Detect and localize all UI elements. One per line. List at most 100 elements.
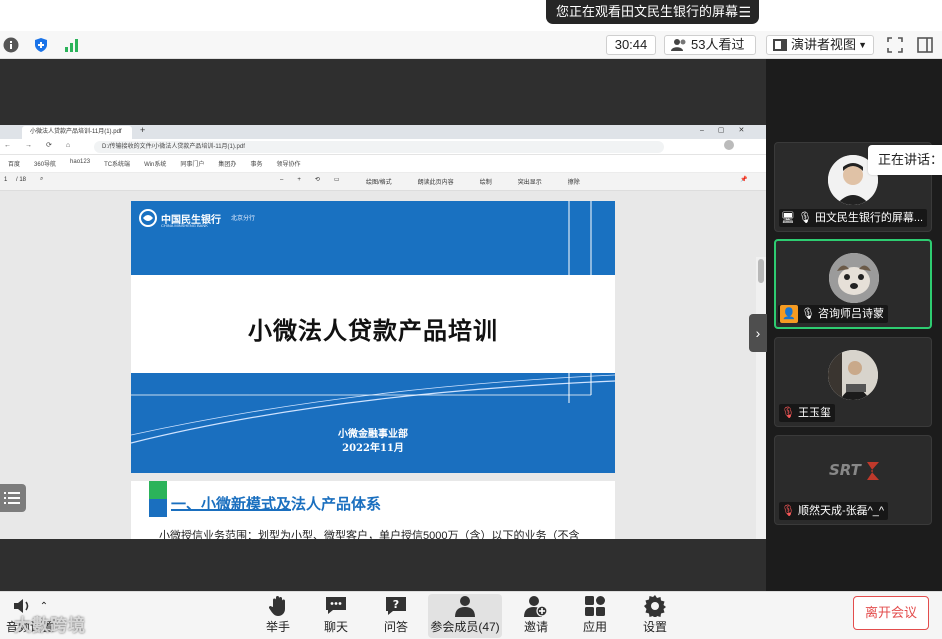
bank-logo-icon bbox=[139, 209, 157, 227]
slide-title-band: 小微法人贷款产品培训 bbox=[131, 275, 615, 373]
pdf-tool[interactable]: 擦除 bbox=[568, 177, 580, 186]
pdf-slide-2: 一、小微新模式及法人产品体系 小微授信业务范围：划型为小型、微型客户，单户授信5… bbox=[131, 481, 615, 539]
list-icon bbox=[4, 492, 20, 504]
nav-arrows-icon[interactable]: ←→⟳⌂ bbox=[4, 141, 84, 149]
svg-text:?: ? bbox=[393, 598, 399, 611]
zoom-controls-icon[interactable]: –+⟲▭ bbox=[280, 176, 354, 183]
apps-label: 应用 bbox=[582, 620, 607, 634]
raise-hand-label: 举手 bbox=[265, 620, 290, 634]
invite-label: 邀请 bbox=[523, 620, 548, 634]
pdf-viewport: 中国民生银行 CHINA MINSHENG BANK 北京分行 小微法人贷款产品… bbox=[0, 191, 766, 539]
bookmark-item[interactable]: 领导协作 bbox=[276, 159, 300, 168]
participant-name: 顺然天成-张磊^_^ bbox=[797, 505, 885, 517]
qa-label: 问答 bbox=[383, 620, 408, 634]
profile-avatar[interactable] bbox=[724, 140, 734, 150]
pdf-scrollbar[interactable] bbox=[756, 257, 766, 539]
avatar bbox=[829, 253, 879, 303]
bookmark-item[interactable]: 集团办 bbox=[218, 159, 236, 168]
pdf-tool[interactable]: 绘图/格式 bbox=[366, 177, 392, 186]
browser-tab[interactable]: 小微法人贷款产品培训-11月(1).pdf bbox=[22, 126, 132, 139]
slide-header-band: 中国民生银行 CHINA MINSHENG BANK 北京分行 bbox=[131, 201, 615, 275]
screen-share-notice[interactable]: 您正在观看田文民生银行的屏幕 ☰ bbox=[546, 0, 759, 24]
bank-name-en: CHINA MINSHENG BANK bbox=[161, 223, 208, 228]
gear-icon bbox=[644, 594, 666, 618]
security-shield-icon[interactable] bbox=[32, 36, 50, 54]
bookmark-item[interactable]: hao123 bbox=[70, 159, 90, 168]
chevron-up-icon[interactable]: ⌃ bbox=[40, 601, 48, 612]
bookmark-item[interactable]: 百度 bbox=[8, 159, 20, 168]
screen-share-icon: 🖥 bbox=[781, 212, 795, 224]
raise-hand-button[interactable]: 举手 bbox=[258, 594, 298, 638]
participant-logo: SRT bbox=[827, 460, 883, 482]
speaker-view-icon bbox=[773, 39, 787, 51]
bank-branch: 北京分行 bbox=[231, 216, 256, 222]
pdf-tool[interactable]: 绘制 bbox=[480, 177, 492, 186]
meeting-window: 您正在观看田文民生银行的屏幕 ☰ 30:44 53人看过 演讲者视图 ▼ 小微法… bbox=[0, 0, 942, 639]
apps-button[interactable]: 应用 bbox=[575, 594, 615, 638]
settings-button[interactable]: 设置 bbox=[635, 594, 675, 638]
shared-screen-content: 小微法人贷款产品培训-11月(1).pdf + –▢✕ ←→⟳⌂ D:/传输接收… bbox=[0, 125, 766, 539]
screen-share-text: 您正在观看田文民生银行的屏幕 bbox=[556, 4, 739, 19]
chat-icon bbox=[325, 594, 347, 618]
add-user-icon bbox=[524, 594, 548, 618]
pin-icon[interactable]: 📌 bbox=[740, 176, 747, 183]
participant-name: 王玉玺 bbox=[797, 407, 831, 419]
slide2-marker-blue bbox=[149, 499, 167, 517]
pdf-tools: 绘图/格式 朗读此页内容 绘制 突出显示 擦除 bbox=[366, 177, 580, 186]
browser-address-bar: ←→⟳⌂ D:/传输接收的文件/小微法人贷款产品培训-11月(1).pdf bbox=[0, 139, 766, 155]
chevron-down-icon: ▼ bbox=[858, 40, 867, 50]
hamburger-icon[interactable]: ☰ bbox=[738, 0, 751, 24]
signal-strength-icon[interactable] bbox=[63, 36, 81, 54]
bookmark-item[interactable]: TC系统端 bbox=[104, 159, 130, 168]
participants-label: 参会成员(47) bbox=[430, 620, 500, 634]
invite-button[interactable]: 邀请 bbox=[516, 594, 556, 638]
participants-button[interactable]: 参会成员(47) bbox=[428, 594, 502, 638]
pdf-toolbar: 1 / 18 ⌕ –+⟲▭ 绘图/格式 朗读此页内容 绘制 突出显示 擦除 📌 bbox=[0, 173, 766, 191]
meeting-toolbar: 30:44 53人看过 演讲者视图 ▼ bbox=[0, 31, 942, 59]
bookmark-item[interactable]: 360导航 bbox=[34, 159, 56, 168]
leave-meeting-button[interactable]: 离开会议 bbox=[853, 596, 929, 630]
info-icon[interactable] bbox=[2, 36, 20, 54]
participant-label: 🎙 王玉玺 bbox=[779, 404, 835, 422]
participant-tile[interactable]: SRT 🎙 顺然天成-张磊^_^ bbox=[774, 435, 932, 525]
outline-toggle-button[interactable] bbox=[0, 484, 26, 512]
meeting-controls-bar: ⌃ 音频设置 举手 聊天 ? 问答 参会成员(47) 邀请 应用 设置 离开会议… bbox=[0, 591, 942, 639]
bookmark-item[interactable]: Win系统 bbox=[144, 159, 166, 168]
new-tab-icon[interactable]: + bbox=[140, 125, 145, 135]
participant-label: 🖥 🎙 田文民生银行的屏幕... bbox=[779, 209, 928, 227]
qa-button[interactable]: ? 问答 bbox=[376, 594, 416, 638]
apps-grid-icon bbox=[584, 594, 606, 618]
slide2-body: 小微授信业务范围：划型为小型、微型客户，单户授信5000万（含）以下的业务（不含 bbox=[159, 530, 580, 539]
slide-footer-band: 小微金融事业部 2022年11月 bbox=[131, 373, 615, 473]
pdf-tool[interactable]: 突出显示 bbox=[518, 177, 542, 186]
participant-label: 🎙 顺然天成-张磊^_^ bbox=[779, 502, 889, 520]
slide-decor-curves bbox=[131, 373, 615, 444]
window-controls-icon[interactable]: –▢✕ bbox=[700, 126, 758, 134]
hand-icon bbox=[269, 594, 287, 618]
side-panel-toggle-icon[interactable] bbox=[916, 36, 934, 54]
viewer-count-button[interactable]: 53人看过 bbox=[664, 35, 756, 55]
meeting-timer: 30:44 bbox=[606, 35, 656, 55]
pdf-tool[interactable]: 朗读此页内容 bbox=[418, 177, 454, 186]
participant-tile[interactable]: 👤 🎙 咨询师吕诗蒙 bbox=[774, 239, 932, 329]
participant-label: 👤 🎙 咨询师吕诗蒙 bbox=[778, 305, 888, 323]
browser-tab-strip: 小微法人贷款产品培训-11月(1).pdf + –▢✕ bbox=[0, 125, 766, 139]
slide-date: 2022年11月 bbox=[342, 443, 404, 454]
pdf-search-icon[interactable]: ⌕ bbox=[40, 176, 43, 183]
settings-label: 设置 bbox=[642, 620, 667, 634]
url-field[interactable]: D:/传输接收的文件/小微法人贷款产品培训-11月(1).pdf bbox=[94, 141, 664, 153]
chevron-right-icon: › bbox=[755, 325, 761, 341]
panel-collapse-button[interactable]: › bbox=[749, 314, 767, 352]
bookmark-item[interactable]: 同事门户 bbox=[180, 159, 204, 168]
watermark-text: 大數跨境 bbox=[14, 616, 86, 635]
active-speaker-indicator: 正在讲话：咨 bbox=[868, 145, 942, 175]
scrollbar-thumb[interactable] bbox=[758, 259, 764, 283]
bookmark-item[interactable]: 事务 bbox=[250, 159, 262, 168]
view-mode-dropdown[interactable]: 演讲者视图 ▼ bbox=[766, 35, 874, 55]
fullscreen-icon[interactable] bbox=[886, 36, 904, 54]
participant-tile[interactable]: 🎙 王玉玺 bbox=[774, 337, 932, 427]
pdf-page-number[interactable]: 1 bbox=[4, 177, 7, 183]
user-icon: 👤 bbox=[780, 305, 798, 323]
chat-button[interactable]: 聊天 bbox=[316, 594, 356, 638]
view-mode-label: 演讲者视图 bbox=[791, 37, 857, 52]
